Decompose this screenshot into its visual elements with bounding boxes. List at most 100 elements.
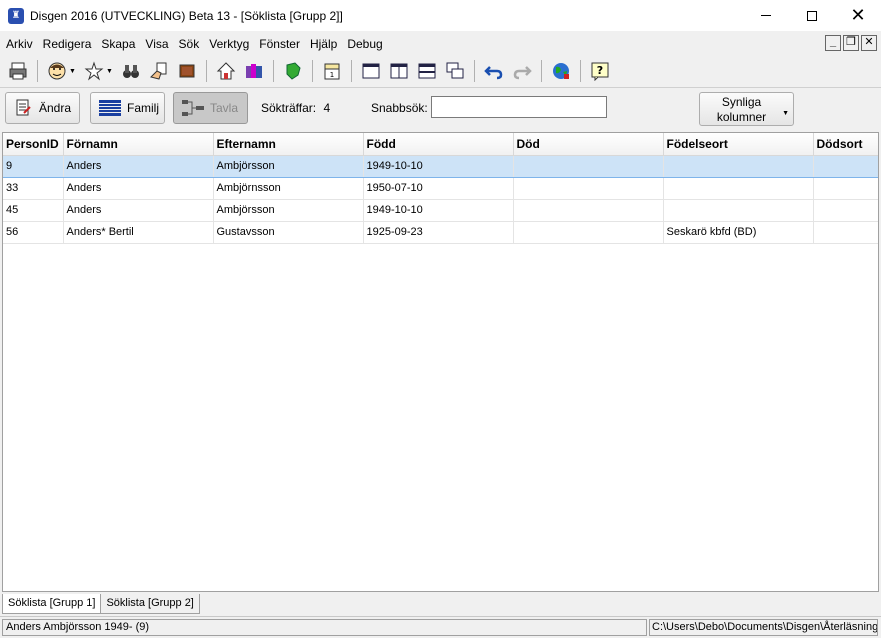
menu-verktyg[interactable]: Verktyg [205,37,253,51]
mdi-restore-button[interactable]: ❐ [843,35,859,51]
cell-dodsort [813,154,878,178]
tab-soklista-grupp-1[interactable]: Söklista [Grupp 1] [2,594,102,614]
toolbar-separator [311,60,313,82]
cell-fodd: 1949-10-10 [363,199,514,222]
cell-fornamn: Anders* Bertil [63,221,214,244]
person-dropdown-arrow-icon[interactable]: ▼ [69,68,76,75]
tile-vertical-icon[interactable] [387,59,411,83]
toolbar-separator [473,60,475,82]
family-list-icon [99,99,121,117]
toolbar-separator [272,60,274,82]
tile-horizontal-icon[interactable] [415,59,439,83]
menu-visa[interactable]: Visa [141,37,172,51]
column-header-efternamn[interactable]: Efternamn [213,133,364,156]
family-button-label: Familj [127,101,159,115]
cell-fodd: 1925-09-23 [363,221,514,244]
menu-skapa[interactable]: Skapa [97,37,139,51]
cell-efternamn: Ambjörsson [213,154,364,178]
chevron-down-icon: ▼ [782,110,789,117]
menu-redigera[interactable]: Redigera [39,37,96,51]
column-header-dod[interactable]: Död [513,133,664,156]
map-region-icon[interactable] [281,59,305,83]
search-hits: Sökträffar: 4 [261,101,330,115]
menu-sok[interactable]: Sök [175,37,204,51]
cell-dodsort [813,177,878,200]
person-star-icon[interactable] [82,59,106,83]
menu-fonster[interactable]: Fönster [255,37,304,51]
cell-fodelseort: Seskarö kbfd (BD) [663,221,814,244]
cell-fodelseort [663,199,814,222]
table-row[interactable]: 33 Anders Ambjörnsson 1950-07-10 [3,177,878,200]
quick-search-input[interactable] [431,96,607,118]
mdi-minimize-button[interactable]: _ [825,35,841,51]
visible-columns-button[interactable]: Synliga kolumner ▼ [699,92,794,126]
mdi-close-button[interactable]: ✕ [861,35,877,51]
tab-soklista-grupp-2[interactable]: Söklista [Grupp 2] [101,594,200,614]
globe-icon[interactable] [549,59,573,83]
table-row[interactable]: 45 Anders Ambjörsson 1949-10-10 [3,199,878,222]
print-icon[interactable] [6,59,30,83]
window-title: Disgen 2016 (UTVECKLING) Beta 13 - [Sökl… [30,8,343,23]
edit-button[interactable]: Ändra [5,92,80,124]
maximize-button[interactable] [789,0,835,31]
column-header-fodelseort[interactable]: Födelseort [663,133,814,156]
table-row[interactable]: 9 Anders Ambjörsson 1949-10-10 [3,154,878,178]
toolbar-separator [350,60,352,82]
menu-arkiv[interactable]: Arkiv [2,37,37,51]
home-icon[interactable] [214,59,238,83]
minimize-button[interactable] [743,0,789,31]
toolbar-separator [205,60,207,82]
star-dropdown-arrow-icon[interactable]: ▼ [106,68,113,75]
status-selected-person: Anders Ambjörsson 1949- (9) [2,619,647,636]
cell-dod [513,221,664,244]
cascade-windows-icon[interactable] [443,59,467,83]
cell-personid: 56 [3,221,64,244]
cell-personid: 9 [3,154,64,178]
column-header-personid[interactable]: PersonID [3,133,64,156]
tree-chart-icon [182,99,204,117]
visible-columns-label-line2: kolumner [716,110,767,124]
cell-dod [513,199,664,222]
edit-document-icon [14,99,33,117]
board-button-label: Tavla [210,101,239,115]
binoculars-icon[interactable] [119,59,143,83]
cell-fornamn: Anders [63,177,214,200]
cell-fodelseort [663,154,814,178]
cell-efternamn: Ambjörnsson [213,177,364,200]
menu-debug[interactable]: Debug [343,37,386,51]
single-window-icon[interactable] [359,59,383,83]
column-header-fornamn[interactable]: Förnamn [63,133,214,156]
board-button[interactable]: Tavla [173,92,248,124]
cell-dod [513,177,664,200]
help-icon[interactable]: ? [588,59,612,83]
close-button[interactable]: ✕ [835,0,881,31]
search-hits-label: Sökträffar: [261,101,317,115]
undo-icon[interactable] [482,59,506,83]
cell-fodd: 1950-07-10 [363,177,514,200]
app-icon: ♜ [8,7,24,24]
search-hits-count: 4 [323,101,331,115]
svg-text:1: 1 [330,71,334,79]
cell-fodd: 1949-10-10 [363,154,514,178]
cell-efternamn: Ambjörsson [213,199,364,222]
menu-bar: Arkiv Redigera Skapa Visa Sök Verktyg Fö… [0,33,881,55]
hand-note-icon[interactable] [147,59,171,83]
cell-fodelseort [663,177,814,200]
cell-dodsort [813,199,878,222]
table-row[interactable]: 56 Anders* Bertil Gustavsson 1925-09-23 … [3,221,878,244]
book-icon[interactable] [175,59,199,83]
visible-columns-label-line1: Synliga [721,95,762,109]
books-icon[interactable] [242,59,266,83]
menu-hjalp[interactable]: Hjälp [306,37,341,51]
column-header-fodd[interactable]: Född [363,133,514,156]
title-bar: ♜ Disgen 2016 (UTVECKLING) Beta 13 - [Sö… [0,0,881,31]
cell-personid: 45 [3,199,64,222]
calendar-icon[interactable]: 1 [320,59,344,83]
redo-icon[interactable] [510,59,534,83]
person-face-icon[interactable] [45,59,69,83]
mdi-controls: _ ❐ ✕ [825,35,877,51]
column-header-dodsort[interactable]: Dödsort [813,133,878,156]
table-header-row: PersonID Förnamn Efternamn Född Död Föde… [3,133,878,156]
quick-search-label: Snabbsök: [371,101,428,115]
family-button[interactable]: Familj [90,92,165,124]
